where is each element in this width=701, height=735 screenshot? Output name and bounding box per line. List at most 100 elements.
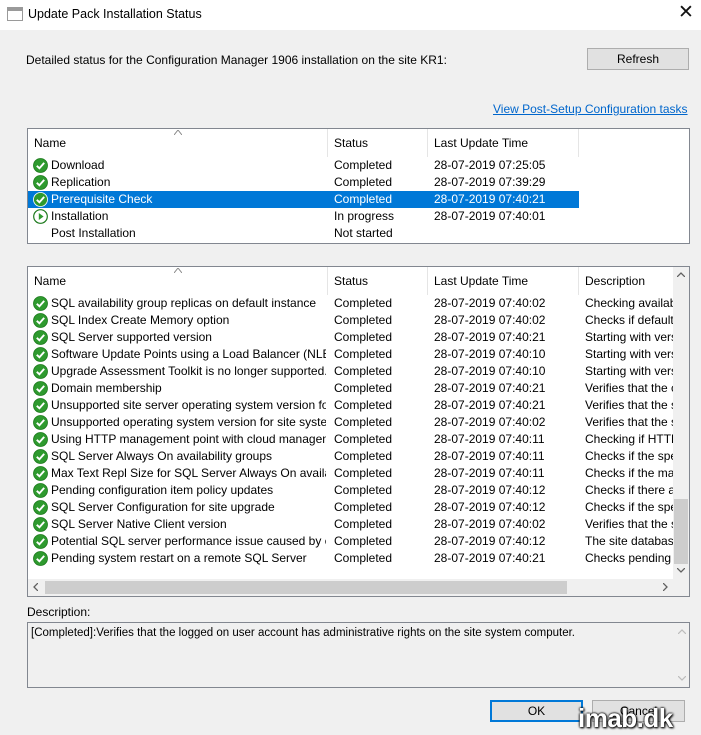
cell-status: Completed bbox=[334, 432, 393, 446]
cell-time: 28-07-2019 07:40:21 bbox=[434, 551, 546, 565]
scroll-up-icon[interactable] bbox=[677, 272, 685, 277]
phase-row[interactable]: Download Completed 28-07-2019 07:25:05 bbox=[28, 157, 689, 174]
check-icon bbox=[33, 296, 48, 311]
cell-status: Completed bbox=[334, 449, 393, 463]
cell-status: Completed bbox=[334, 517, 393, 531]
phase-row[interactable]: Prerequisite Check Completed 28-07-2019 07… bbox=[28, 191, 579, 208]
cell-desc: Checks if the spec bbox=[585, 449, 673, 463]
cell-name: Prerequisite Check bbox=[51, 192, 153, 206]
window-icon bbox=[7, 7, 23, 21]
cell-name: Pending configuration item policy update… bbox=[51, 483, 274, 497]
cell-time: 28-07-2019 07:39:29 bbox=[434, 175, 546, 189]
detail-row[interactable]: Upgrade Assessment Toolkit is no longer … bbox=[28, 363, 673, 380]
cell-status: Completed bbox=[334, 192, 393, 206]
cell-status: Completed bbox=[334, 551, 393, 565]
detail-row[interactable]: SQL Index Create Memory option Completed 2… bbox=[28, 312, 673, 329]
cell-time: 28-07-2019 07:40:01 bbox=[434, 209, 546, 223]
cell-name: Software Update Points using a Load Bala… bbox=[51, 347, 326, 361]
col-description-header[interactable]: Description bbox=[579, 267, 673, 295]
description-box[interactable]: [Completed]:Verifies that the logged on … bbox=[27, 622, 690, 688]
refresh-button[interactable]: Refresh bbox=[587, 48, 689, 70]
cell-name: SQL Server supported version bbox=[51, 330, 212, 344]
detail-row[interactable]: Potential SQL server performance issue c… bbox=[28, 533, 673, 550]
cell-status: Not started bbox=[334, 226, 393, 240]
cell-time: 28-07-2019 07:40:21 bbox=[434, 381, 546, 395]
cell-time: 28-07-2019 07:40:11 bbox=[434, 449, 545, 463]
post-setup-link[interactable]: View Post-Setup Configuration tasks bbox=[493, 102, 688, 116]
detail-row[interactable]: Max Text Repl Size for SQL Server Always… bbox=[28, 465, 673, 482]
detail-row[interactable]: Domain membership Completed 28-07-2019 07:… bbox=[28, 380, 673, 397]
cell-time: 28-07-2019 07:25:05 bbox=[434, 158, 546, 172]
prereq-details-list[interactable]: Name Status Last Update Time Description… bbox=[27, 266, 690, 597]
check-icon bbox=[33, 330, 48, 345]
horizontal-scrollbar[interactable] bbox=[28, 579, 673, 596]
detail-row[interactable]: Pending configuration item policy update… bbox=[28, 482, 673, 499]
cell-status: In progress bbox=[334, 209, 395, 223]
cell-status: Completed bbox=[334, 175, 393, 189]
cell-name: Domain membership bbox=[51, 381, 162, 395]
cell-time: 28-07-2019 07:40:12 bbox=[434, 500, 546, 514]
col-name-header[interactable]: Name bbox=[28, 129, 328, 157]
phase-row[interactable]: Replication Completed 28-07-2019 07:39:29 bbox=[28, 174, 689, 191]
cell-desc: The site database bbox=[585, 534, 673, 548]
cell-desc: Checking if HTTP bbox=[585, 432, 673, 446]
vertical-scroll-thumb[interactable] bbox=[674, 499, 688, 564]
col-status-header[interactable]: Status bbox=[328, 267, 428, 295]
cell-status: Completed bbox=[334, 347, 393, 361]
detail-row[interactable]: Software Update Points using a Load Bala… bbox=[28, 346, 673, 363]
cell-desc: Checks if there are bbox=[585, 483, 673, 497]
check-icon bbox=[33, 398, 48, 413]
cell-name: SQL Server Native Client version bbox=[51, 517, 227, 531]
detail-row[interactable]: SQL Server Native Client version Complete… bbox=[28, 516, 673, 533]
cell-status: Completed bbox=[334, 500, 393, 514]
scroll-up-icon[interactable] bbox=[678, 629, 686, 634]
close-button[interactable]: ✕ bbox=[672, 1, 700, 27]
check-icon bbox=[33, 534, 48, 549]
in-progress-icon bbox=[33, 209, 48, 224]
col-time-header[interactable]: Last Update Time bbox=[428, 267, 579, 295]
cell-status: Completed bbox=[334, 296, 393, 310]
detail-row[interactable]: SQL Server Configuration for site upgrad… bbox=[28, 499, 673, 516]
scroll-down-icon[interactable] bbox=[678, 676, 686, 681]
check-icon bbox=[33, 364, 48, 379]
detail-row[interactable]: Unsupported operating system version for… bbox=[28, 414, 673, 431]
cell-name: SQL availability group replicas on defau… bbox=[51, 296, 317, 310]
scroll-down-icon[interactable] bbox=[677, 568, 685, 573]
detail-row[interactable]: SQL Server Always On availability groups… bbox=[28, 448, 673, 465]
check-icon bbox=[33, 449, 48, 464]
vertical-scrollbar[interactable] bbox=[673, 267, 689, 579]
description-text: [Completed]:Verifies that the logged on … bbox=[31, 627, 575, 639]
cell-desc: Checks if default v bbox=[585, 313, 673, 327]
phase-row[interactable]: Installation In progress 28-07-2019 07:40:… bbox=[28, 208, 689, 225]
cell-time: 28-07-2019 07:40:02 bbox=[434, 313, 546, 327]
cell-time: 28-07-2019 07:40:12 bbox=[434, 483, 546, 497]
scroll-right-icon[interactable] bbox=[663, 583, 668, 591]
phases-list[interactable]: Name Status Last Update Time Download Com… bbox=[27, 128, 690, 244]
phase-row[interactable]: Post Installation Not started bbox=[28, 225, 689, 242]
detail-row[interactable]: SQL Server supported version Completed 28-… bbox=[28, 329, 673, 346]
col-time-header[interactable]: Last Update Time bbox=[428, 129, 579, 157]
check-icon bbox=[33, 500, 48, 515]
description-label: Description: bbox=[27, 605, 91, 619]
detail-row[interactable]: SQL availability group replicas on defau… bbox=[28, 295, 673, 312]
ok-button[interactable]: OK bbox=[490, 700, 583, 722]
details-header: Name Status Last Update Time Description bbox=[28, 267, 689, 295]
scrollbar-corner bbox=[673, 579, 689, 596]
cell-time: 28-07-2019 07:40:11 bbox=[434, 466, 545, 480]
cell-status: Completed bbox=[334, 534, 393, 548]
cell-name: Pending system restart on a remote SQL S… bbox=[51, 551, 307, 565]
horizontal-scroll-thumb[interactable] bbox=[45, 581, 567, 594]
cell-name: SQL Index Create Memory option bbox=[51, 313, 230, 327]
cell-name: Installation bbox=[51, 209, 109, 223]
cell-time: 28-07-2019 07:40:21 bbox=[434, 398, 546, 412]
cell-status: Completed bbox=[334, 381, 393, 395]
col-name-header[interactable]: Name bbox=[28, 267, 328, 295]
cell-name: Upgrade Assessment Toolkit is no longer … bbox=[51, 364, 326, 378]
scroll-left-icon[interactable] bbox=[33, 583, 38, 591]
check-icon bbox=[33, 192, 48, 207]
detail-row[interactable]: Unsupported site server operating system… bbox=[28, 397, 673, 414]
detail-row[interactable]: Pending system restart on a remote SQL S… bbox=[28, 550, 673, 567]
col-status-header[interactable]: Status bbox=[328, 129, 428, 157]
detail-row[interactable]: Using HTTP management point with cloud m… bbox=[28, 431, 673, 448]
cell-time: 28-07-2019 07:40:02 bbox=[434, 517, 546, 531]
